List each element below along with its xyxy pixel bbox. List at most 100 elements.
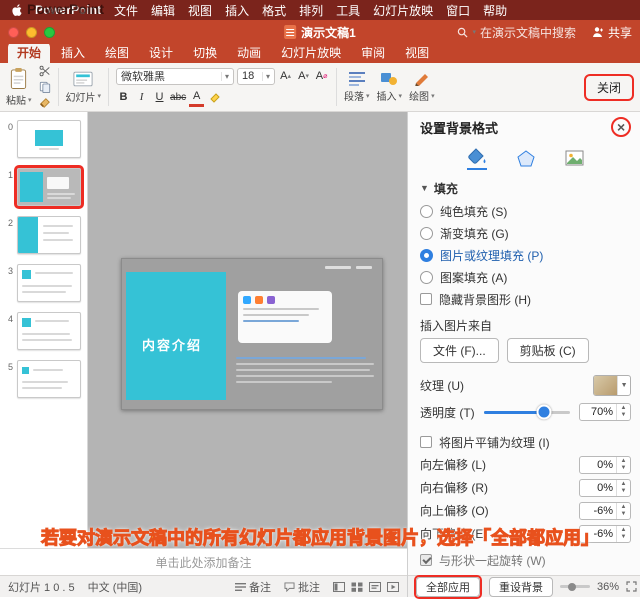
notes-toggle[interactable]: 备注 bbox=[235, 579, 271, 595]
slide-canvas[interactable]: 内容介绍 bbox=[88, 112, 407, 548]
format-painter-button[interactable] bbox=[39, 97, 51, 109]
stepper-down-icon: ▼ bbox=[620, 533, 627, 540]
fill-tab[interactable] bbox=[467, 148, 488, 170]
offset-right-stepper[interactable]: 0% ▲ ▼ bbox=[579, 478, 632, 497]
transparency-label: 透明度 (T) bbox=[420, 405, 475, 420]
font-size-combo[interactable]: 18 ▾ bbox=[237, 67, 276, 85]
effects-tab[interactable] bbox=[517, 149, 535, 169]
zoom-window-button[interactable] bbox=[44, 26, 55, 38]
picture-tab[interactable] bbox=[565, 150, 584, 168]
option-picture-texture-fill[interactable]: 图片或纹理填充 (P) bbox=[408, 244, 640, 266]
zoom-value[interactable]: 36% bbox=[597, 581, 619, 593]
clear-format-button[interactable]: A ⌀ bbox=[314, 68, 329, 84]
reset-background-button[interactable]: 重设背景 bbox=[489, 576, 553, 597]
font-name-combo[interactable]: 微软雅黑 ▾ bbox=[116, 67, 235, 85]
font-color-button[interactable]: A bbox=[189, 88, 205, 107]
tab-slideshow[interactable]: 幻灯片放映 bbox=[272, 42, 350, 63]
menu-item-help[interactable]: 帮助 bbox=[483, 2, 507, 19]
normal-view-icon[interactable] bbox=[333, 581, 345, 592]
highlight-button[interactable] bbox=[207, 89, 222, 105]
tab-review[interactable]: 审阅 bbox=[352, 42, 394, 63]
slide-thumbnail-3[interactable] bbox=[17, 264, 81, 302]
insert-button[interactable]: 插入 ▾ bbox=[377, 71, 402, 103]
texture-swatch-dropdown[interactable]: ▼ bbox=[593, 374, 632, 396]
apple-menu-icon[interactable] bbox=[10, 3, 22, 17]
tab-animations[interactable]: 动画 bbox=[228, 42, 270, 63]
offset-bottom-stepper[interactable]: -6% ▲ ▼ bbox=[579, 524, 632, 543]
tile-as-texture-checkbox[interactable]: 将图片平铺为纹理 (I) bbox=[408, 431, 640, 453]
slide-thumbnail-5[interactable] bbox=[17, 360, 81, 398]
underline-button[interactable]: U bbox=[152, 89, 167, 105]
option-solid-fill[interactable]: 纯色填充 (S) bbox=[408, 200, 640, 222]
share-button[interactable]: 共享 bbox=[592, 24, 632, 41]
paste-button[interactable]: 粘贴 ▾ bbox=[6, 67, 32, 107]
italic-button[interactable]: I bbox=[134, 89, 149, 105]
offset-left-stepper[interactable]: 0% ▲ ▼ bbox=[579, 455, 632, 474]
clipboard-button[interactable]: 剪贴板 (C) bbox=[506, 338, 589, 363]
menu-item-slideshow[interactable]: 幻灯片放映 bbox=[373, 2, 433, 19]
slider-thumb[interactable] bbox=[536, 404, 552, 420]
tab-view[interactable]: 视图 bbox=[396, 42, 438, 63]
pane-close-button[interactable]: × bbox=[611, 117, 632, 137]
tab-home[interactable]: 开始 bbox=[8, 42, 51, 63]
menu-item-format[interactable]: 格式 bbox=[262, 2, 286, 19]
apply-all-button[interactable]: 全部应用 bbox=[416, 576, 480, 597]
tab-transitions[interactable]: 切换 bbox=[184, 42, 226, 63]
copy-button[interactable] bbox=[39, 81, 51, 93]
slide-title: 内容介绍 bbox=[142, 338, 203, 353]
checkbox-checked-icon bbox=[420, 554, 432, 566]
menu-item-tools[interactable]: 工具 bbox=[336, 2, 360, 19]
slide-thumbnail-4[interactable] bbox=[17, 312, 81, 350]
current-slide[interactable]: 内容介绍 bbox=[121, 258, 383, 410]
transparency-slider[interactable] bbox=[483, 404, 571, 420]
slide-sorter-view-icon[interactable] bbox=[351, 582, 363, 592]
menu-item-window[interactable]: 窗口 bbox=[446, 2, 470, 19]
option-pattern-fill[interactable]: 图案填充 (A) bbox=[408, 266, 640, 288]
tab-design[interactable]: 设计 bbox=[140, 42, 182, 63]
transparency-stepper[interactable]: 70% ▲ ▼ bbox=[579, 403, 632, 421]
grow-font-button[interactable]: A ▴ bbox=[278, 68, 293, 84]
tab-draw[interactable]: 绘图 bbox=[96, 42, 138, 63]
zoom-slider[interactable] bbox=[560, 582, 590, 591]
rotate-with-shape-checkbox[interactable]: 与形状一起旋转 (W) bbox=[408, 549, 640, 571]
slide-number: 5 bbox=[7, 362, 13, 372]
reading-view-icon[interactable] bbox=[369, 581, 381, 592]
title-bar: 演示文稿1 ▾ 在演示文稿中搜索 共享 bbox=[0, 20, 640, 44]
shrink-font-button[interactable]: A ▾ bbox=[296, 68, 311, 84]
slideshow-view-icon[interactable] bbox=[387, 581, 399, 592]
strikethrough-button[interactable]: abc bbox=[170, 89, 186, 105]
close-window-button[interactable] bbox=[8, 26, 19, 38]
slide-thumbnail-1-selected[interactable] bbox=[14, 165, 84, 209]
cut-button[interactable] bbox=[39, 65, 51, 77]
chevron-down-icon: ▾ bbox=[262, 71, 270, 81]
tab-insert[interactable]: 插入 bbox=[52, 42, 94, 63]
comments-toggle[interactable]: 批注 bbox=[284, 579, 320, 595]
notes-area[interactable]: 单击此处添加备注 bbox=[0, 548, 407, 575]
menu-item-view[interactable]: 视图 bbox=[188, 2, 212, 19]
minimize-window-button[interactable] bbox=[26, 26, 37, 38]
paragraph-button[interactable]: 段落 ▾ bbox=[344, 71, 370, 103]
menu-item-arrange[interactable]: 排列 bbox=[299, 2, 323, 19]
slide-thumbnail-2[interactable] bbox=[17, 216, 81, 254]
paragraph-icon bbox=[348, 71, 366, 86]
offset-right-label: 向右偏移 (R) bbox=[420, 481, 488, 495]
menu-item-edit[interactable]: 编辑 bbox=[151, 2, 175, 19]
option-gradient-fill[interactable]: 渐变填充 (G) bbox=[408, 222, 640, 244]
offset-top-stepper[interactable]: -6% ▲ ▼ bbox=[579, 501, 632, 520]
close-pane-ribbon-button[interactable]: 关闭 bbox=[583, 73, 634, 101]
disclosure-triangle-icon[interactable]: ▼ bbox=[420, 183, 429, 193]
draw-button[interactable]: 绘图 ▾ bbox=[409, 71, 435, 103]
bold-button[interactable]: B bbox=[116, 89, 131, 105]
menu-item-file[interactable]: 文件 bbox=[114, 2, 138, 19]
file-button[interactable]: 文件 (F)... bbox=[420, 338, 499, 363]
new-slide-button[interactable]: 幻灯片 ▾ bbox=[66, 71, 101, 104]
slide-thumbnail-0[interactable] bbox=[17, 120, 81, 158]
hide-background-checkbox[interactable]: 隐藏背景图形 (H) bbox=[408, 288, 640, 310]
slide-number: 2 bbox=[7, 218, 13, 228]
slide-number: 0 bbox=[7, 122, 13, 132]
fit-to-window-icon[interactable] bbox=[626, 581, 637, 592]
menu-item-insert[interactable]: 插入 bbox=[225, 2, 249, 19]
radio-selected-icon bbox=[420, 248, 433, 262]
menu-item-app[interactable]: PowerPoint bbox=[35, 3, 101, 17]
search-field[interactable]: ▾ 在演示文稿中搜索 bbox=[457, 24, 576, 41]
